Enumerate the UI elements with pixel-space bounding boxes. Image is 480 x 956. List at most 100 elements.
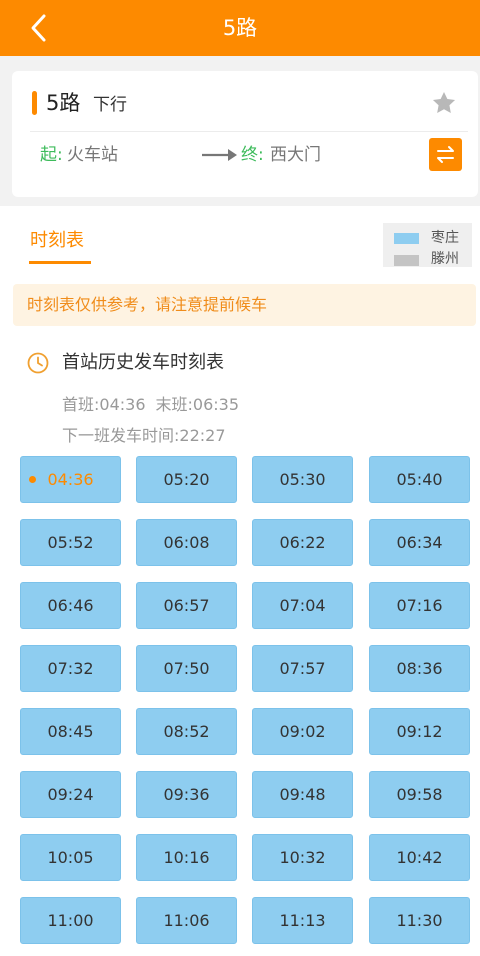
time-label: 08:45 [47, 722, 94, 741]
legend-label-zaozhuang: 枣庄 [431, 230, 459, 246]
time-cell[interactable]: 07:50 [136, 645, 237, 692]
notice-banner: 时刻表仅供参考，请注意提前候车 [13, 284, 476, 326]
time-label: 05:40 [396, 470, 443, 489]
time-label: 06:22 [279, 533, 326, 552]
time-cell[interactable]: 09:58 [369, 771, 470, 818]
time-label: 09:02 [279, 722, 326, 741]
route-direction: 下行 [93, 95, 127, 115]
time-label: 05:52 [47, 533, 94, 552]
last-bus-time: 06:35 [192, 395, 240, 414]
star-icon [432, 91, 456, 113]
time-cell[interactable]: 09:24 [20, 771, 121, 818]
time-label: 11:13 [279, 911, 326, 930]
time-cell[interactable]: 10:42 [369, 834, 470, 881]
start-station: 火车站 [67, 145, 118, 165]
route-name: 5路 [46, 91, 81, 115]
time-label: 11:06 [163, 911, 210, 930]
tab-underline [29, 261, 91, 264]
time-cell[interactable]: 05:40 [369, 456, 470, 503]
time-cell[interactable]: 05:30 [252, 456, 353, 503]
card-divider [30, 131, 468, 132]
time-label: 11:30 [396, 911, 443, 930]
end-label: 终: [241, 145, 264, 165]
page-title: 5路 [222, 16, 258, 40]
legend: 枣庄 滕州 [383, 223, 472, 267]
route-card: 5路 下行 起: 火车站 终: 西大门 [12, 71, 478, 197]
time-cell[interactable]: 06:34 [369, 519, 470, 566]
next-bus-label: 下一班发车时间: [62, 426, 180, 445]
time-label: 05:20 [163, 470, 210, 489]
time-cell[interactable]: 10:16 [136, 834, 237, 881]
legend-label-tengzhou: 滕州 [431, 251, 459, 267]
time-label: 07:57 [279, 659, 326, 678]
time-cell[interactable]: 09:36 [136, 771, 237, 818]
time-cell[interactable]: 11:30 [369, 897, 470, 944]
time-cell[interactable]: 09:12 [369, 708, 470, 755]
time-label: 11:00 [47, 911, 94, 930]
time-label: 09:58 [396, 785, 443, 804]
swap-icon [437, 146, 454, 163]
timetable-panel: 时刻表 枣庄 滕州 时刻表仅供参考，请注意提前候车 首站历史发车时刻表 首班:0… [0, 206, 480, 956]
time-label: 07:50 [163, 659, 210, 678]
legend-swatch-zaozhuang [394, 233, 419, 244]
time-label: 10:42 [396, 848, 443, 867]
next-bus-time: 22:27 [179, 426, 226, 445]
first-bus-label: 首班: [62, 395, 100, 414]
time-label: 06:57 [163, 596, 210, 615]
time-label: 10:05 [47, 848, 94, 867]
time-label: 09:24 [47, 785, 94, 804]
section-title: 首站历史发车时刻表 [62, 352, 224, 373]
time-label: 04:36 [47, 470, 94, 489]
current-indicator-dot [29, 476, 36, 483]
time-cell[interactable]: 10:05 [20, 834, 121, 881]
time-label: 10:16 [163, 848, 210, 867]
time-cell[interactable]: 06:57 [136, 582, 237, 629]
route-accent-bar [32, 91, 37, 115]
first-bus-time: 04:36 [99, 395, 146, 414]
time-cell[interactable]: 11:06 [136, 897, 237, 944]
time-cell[interactable]: 11:00 [20, 897, 121, 944]
notice-text: 时刻表仅供参考，请注意提前候车 [27, 295, 268, 314]
time-cell[interactable]: 09:48 [252, 771, 353, 818]
time-label: 07:32 [47, 659, 94, 678]
tab-timetable[interactable]: 时刻表 [30, 226, 84, 262]
time-cell[interactable]: 08:36 [369, 645, 470, 692]
top-bar: 5路 [0, 0, 480, 56]
time-cell[interactable]: 11:13 [252, 897, 353, 944]
start-label: 起: [40, 145, 63, 165]
time-cell[interactable]: 07:16 [369, 582, 470, 629]
time-label: 09:12 [396, 722, 443, 741]
time-cell[interactable]: 08:45 [20, 708, 121, 755]
clock-icon [27, 352, 49, 374]
time-label: 08:36 [396, 659, 443, 678]
time-cell[interactable]: 08:52 [136, 708, 237, 755]
time-cell[interactable]: 05:52 [20, 519, 121, 566]
time-label: 09:48 [279, 785, 326, 804]
time-cell[interactable]: 06:46 [20, 582, 121, 629]
time-label: 07:16 [396, 596, 443, 615]
time-cell[interactable]: 04:36 [20, 456, 121, 503]
time-label: 06:46 [47, 596, 94, 615]
time-cell[interactable]: 07:04 [252, 582, 353, 629]
time-label: 07:04 [279, 596, 326, 615]
time-cell[interactable]: 10:32 [252, 834, 353, 881]
arrow-right-icon [201, 147, 239, 163]
swap-direction-button[interactable] [429, 138, 462, 171]
next-bus-info: 下一班发车时间:22:27 [62, 424, 226, 448]
time-cell[interactable]: 07:32 [20, 645, 121, 692]
time-label: 08:52 [163, 722, 210, 741]
time-cell[interactable]: 07:57 [252, 645, 353, 692]
time-label: 06:34 [396, 533, 443, 552]
legend-swatch-tengzhou [394, 255, 419, 266]
time-cell[interactable]: 06:22 [252, 519, 353, 566]
time-label: 06:08 [163, 533, 210, 552]
time-label: 05:30 [279, 470, 326, 489]
time-cell[interactable]: 09:02 [252, 708, 353, 755]
time-label: 10:32 [279, 848, 326, 867]
first-last-times: 首班:04:36 末班:06:35 [62, 393, 249, 417]
time-cell[interactable]: 05:20 [136, 456, 237, 503]
time-cell[interactable]: 06:08 [136, 519, 237, 566]
end-station: 西大门 [270, 145, 321, 165]
time-label: 09:36 [163, 785, 210, 804]
favorite-button[interactable] [431, 90, 457, 116]
